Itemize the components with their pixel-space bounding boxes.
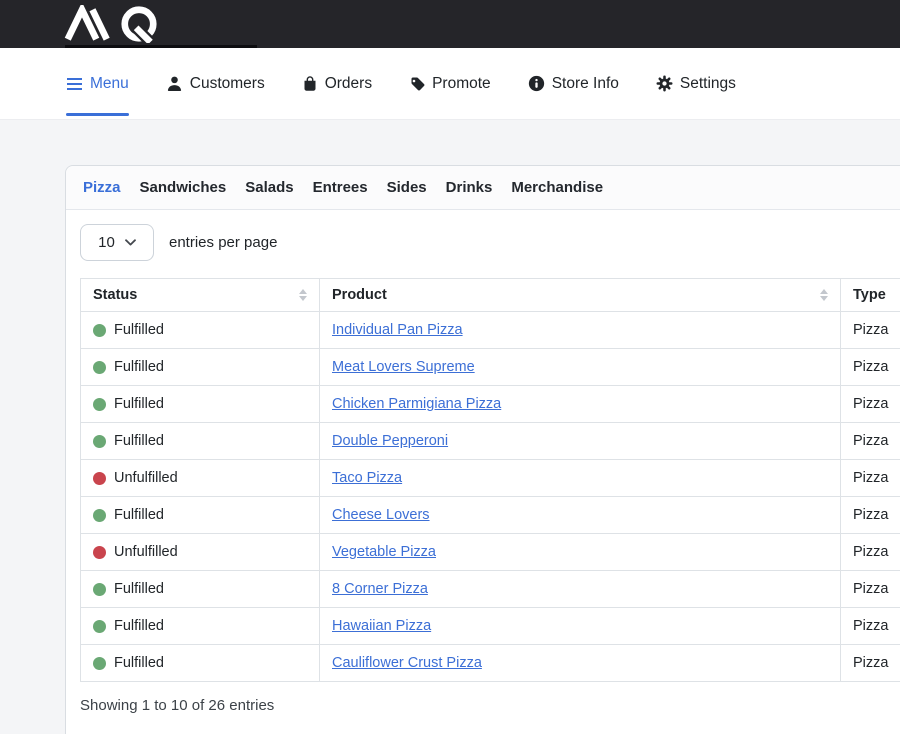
nav-item-menu[interactable]: Menu — [66, 48, 129, 119]
entries-per-page-value: 10 — [98, 234, 115, 251]
status-label: Fulfilled — [114, 394, 164, 414]
column-header-label: Type — [853, 287, 886, 303]
table-row: Fulfilled Double Pepperoni Pizza — [81, 423, 900, 460]
product-link[interactable]: Vegetable Pizza — [332, 544, 436, 560]
table-header-row: Status Product Type — [81, 279, 900, 312]
sort-icon — [299, 289, 307, 301]
status-label: Fulfilled — [114, 616, 164, 636]
status-dot — [93, 324, 106, 337]
type-cell: Pizza — [841, 349, 900, 386]
status-dot — [93, 657, 106, 670]
brand-logo-icon — [62, 5, 178, 43]
hamburger-icon — [66, 77, 83, 91]
table-row: Unfulfilled Vegetable Pizza Pizza — [81, 534, 900, 571]
entries-row: 10 entries per page — [80, 224, 900, 261]
tab-pizza[interactable]: Pizza — [83, 179, 121, 196]
status-dot — [93, 620, 106, 633]
table-row: Unfulfilled Taco Pizza Pizza — [81, 460, 900, 497]
app-header — [0, 0, 900, 48]
table-row: Fulfilled 8 Corner Pizza Pizza — [81, 571, 900, 608]
status-label: Fulfilled — [114, 505, 164, 525]
tag-icon — [409, 76, 425, 92]
status-dot — [93, 509, 106, 522]
tab-entrees[interactable]: Entrees — [313, 179, 368, 196]
status-dot — [93, 472, 106, 485]
bag-icon — [302, 75, 318, 92]
type-cell: Pizza — [841, 460, 900, 497]
status-label: Unfulfilled — [114, 542, 178, 562]
nav-item-label: Store Info — [552, 75, 619, 93]
nav-item-promote[interactable]: Promote — [409, 48, 491, 119]
type-cell: Pizza — [841, 312, 900, 349]
brand-logo — [62, 5, 178, 48]
table-row: Fulfilled Chicken Parmigiana Pizza Pizza — [81, 386, 900, 423]
status-label: Unfulfilled — [114, 468, 178, 488]
tab-sandwiches[interactable]: Sandwiches — [140, 179, 227, 196]
status-label: Fulfilled — [114, 357, 164, 377]
tab-salads[interactable]: Salads — [245, 179, 293, 196]
main-content: Pizza Sandwiches Salads Entrees Sides Dr… — [0, 120, 900, 734]
product-link[interactable]: Hawaiian Pizza — [332, 618, 431, 634]
product-link[interactable]: Individual Pan Pizza — [332, 322, 463, 338]
table-row: Fulfilled Cauliflower Crust Pizza Pizza — [81, 645, 900, 682]
type-cell: Pizza — [841, 386, 900, 423]
nav-item-label: Menu — [90, 75, 129, 93]
tab-drinks[interactable]: Drinks — [446, 179, 493, 196]
type-cell: Pizza — [841, 608, 900, 645]
primary-nav: Menu Customers Orders Promote Store Info — [0, 48, 900, 120]
product-link[interactable]: Meat Lovers Supreme — [332, 359, 475, 375]
tab-merchandise[interactable]: Merchandise — [511, 179, 603, 196]
column-header-label: Status — [93, 287, 137, 303]
product-link[interactable]: Double Pepperoni — [332, 433, 448, 449]
nav-item-store-info[interactable]: Store Info — [528, 48, 619, 119]
products-table: Status Product Type Fulfilled Individual… — [80, 278, 900, 682]
status-dot — [93, 361, 106, 374]
entries-per-page-select[interactable]: 10 — [80, 224, 154, 261]
chevron-down-icon — [125, 239, 136, 246]
table-row: Fulfilled Hawaiian Pizza Pizza — [81, 608, 900, 645]
showing-entries-text: Showing 1 to 10 of 26 entries — [80, 697, 900, 734]
status-dot — [93, 435, 106, 448]
nav-item-label: Promote — [432, 75, 491, 93]
gear-icon — [656, 75, 673, 92]
column-header-status[interactable]: Status — [81, 279, 320, 312]
product-link[interactable]: Cauliflower Crust Pizza — [332, 655, 482, 671]
nav-item-customers[interactable]: Customers — [166, 48, 265, 119]
nav-item-orders[interactable]: Orders — [302, 48, 372, 119]
product-link[interactable]: Taco Pizza — [332, 470, 402, 486]
table-row: Fulfilled Cheese Lovers Pizza — [81, 497, 900, 534]
status-dot — [93, 583, 106, 596]
type-cell: Pizza — [841, 571, 900, 608]
column-header-type[interactable]: Type — [841, 279, 900, 312]
person-icon — [166, 75, 183, 92]
sort-icon — [820, 289, 828, 301]
nav-item-settings[interactable]: Settings — [656, 48, 736, 119]
table-row: Fulfilled Individual Pan Pizza Pizza — [81, 312, 900, 349]
card-body: 10 entries per page Status Product — [66, 210, 900, 734]
tab-sides[interactable]: Sides — [387, 179, 427, 196]
info-icon — [528, 75, 545, 92]
menu-card: Pizza Sandwiches Salads Entrees Sides Dr… — [65, 165, 900, 734]
status-dot — [93, 546, 106, 559]
category-tabs: Pizza Sandwiches Salads Entrees Sides Dr… — [66, 166, 900, 210]
table-row: Fulfilled Meat Lovers Supreme Pizza — [81, 349, 900, 386]
nav-item-label: Settings — [680, 75, 736, 93]
product-link[interactable]: 8 Corner Pizza — [332, 581, 428, 597]
type-cell: Pizza — [841, 423, 900, 460]
product-link[interactable]: Cheese Lovers — [332, 507, 430, 523]
column-header-product[interactable]: Product — [320, 279, 841, 312]
type-cell: Pizza — [841, 645, 900, 682]
product-link[interactable]: Chicken Parmigiana Pizza — [332, 396, 501, 412]
nav-item-label: Customers — [190, 75, 265, 93]
status-label: Fulfilled — [114, 653, 164, 673]
column-header-label: Product — [332, 287, 387, 303]
nav-item-label: Orders — [325, 75, 372, 93]
status-label: Fulfilled — [114, 320, 164, 340]
status-dot — [93, 398, 106, 411]
type-cell: Pizza — [841, 534, 900, 571]
status-label: Fulfilled — [114, 579, 164, 599]
status-label: Fulfilled — [114, 431, 164, 451]
type-cell: Pizza — [841, 497, 900, 534]
entries-per-page-label: entries per page — [169, 234, 277, 251]
